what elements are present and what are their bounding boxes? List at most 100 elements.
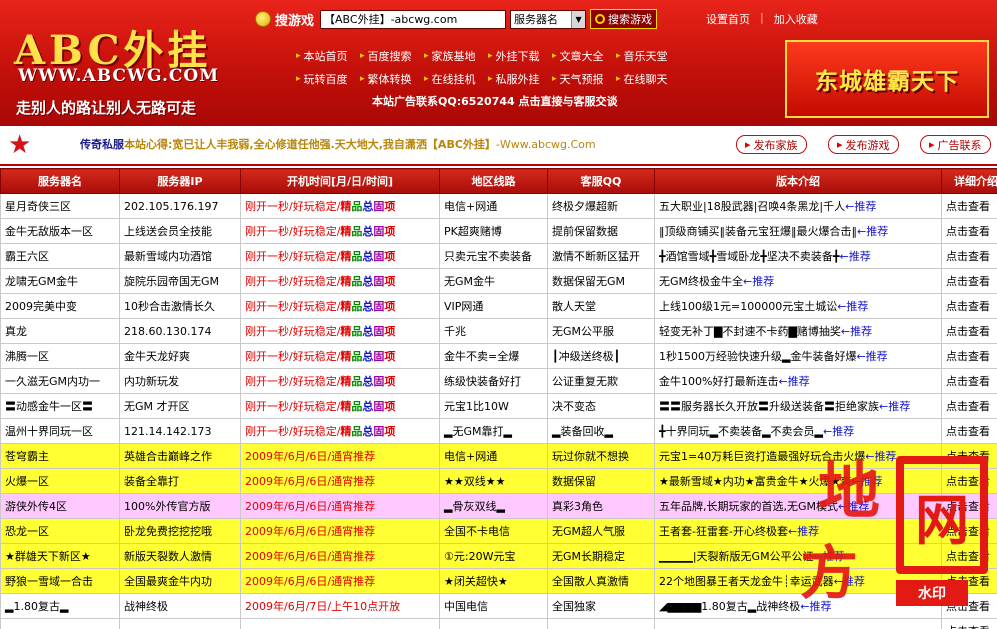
recommend-link[interactable]: ←推荐 (845, 200, 876, 213)
cell-detail[interactable]: 点击查看 (941, 443, 997, 469)
cell-detail[interactable]: 点击查看 (941, 468, 997, 494)
chevron-down-icon[interactable]: ▼ (571, 10, 586, 28)
recommend-link[interactable]: ←推荐 (834, 575, 865, 588)
cell-detail[interactable]: 点击查看 (941, 268, 997, 294)
table-row[interactable]: 沸腾一区 金牛天龙好爽 刚开一秒/好玩稳定/精品总固项 金牛不卖=全爆 ┃冲级送终极┃ 1… (0, 343, 997, 369)
cell-server-name[interactable]: 真龙 (0, 318, 120, 344)
cell-server-name[interactable]: 霸王六区 (0, 243, 120, 269)
recommend-link[interactable]: ←推荐 (865, 450, 896, 463)
cell-detail[interactable]: 点击查看 (941, 418, 997, 444)
cell-detail[interactable]: 点击查看 (941, 343, 997, 369)
table-row[interactable]: ★群雄天下新区★ 新版天裂数人激情 2009年/6月/6日/通宵推荐 ①元:20W元宝… (0, 543, 997, 569)
ad-banner[interactable]: 东城雄霸天下 (785, 40, 989, 118)
cell-server-name[interactable]: 苍穹霸主 (0, 443, 120, 469)
cell-detail[interactable]: 点击查看 (941, 393, 997, 419)
recommend-link[interactable]: ←推荐 (856, 350, 887, 363)
cell-open-time: 刚开一秒/好玩稳定/精品总固项 (240, 318, 440, 344)
cell-detail[interactable]: 点击查看 (941, 518, 997, 544)
arrow-left-icon: ← (845, 200, 855, 213)
nav-item[interactable]: 在线聊天 (616, 71, 680, 87)
nav-item[interactable]: 音乐天堂 (616, 48, 680, 64)
search-game-button[interactable]: 搜索游戏 (590, 9, 658, 29)
table-row[interactable]: 一久滋无GM内功一 内功新玩发 刚开一秒/好玩稳定/精品总固项 练级快装备好打 公证重复… (0, 368, 997, 394)
cell-detail[interactable]: 点击查看 (941, 593, 997, 619)
cell-server-name[interactable]: 星月奇侠三区 (0, 193, 120, 219)
cell-server-name[interactable]: 龙啸无GM金牛 (0, 268, 120, 294)
nav-item[interactable]: 在线挂机 (424, 71, 488, 87)
cell-server-name[interactable]: ▂1.80复古▂ (0, 593, 120, 619)
recommend-link[interactable]: ←推荐 (837, 300, 868, 313)
cell-server-name[interactable]: 游侠外传4区 (0, 493, 120, 519)
recommend-link[interactable]: ←推荐 (851, 475, 882, 488)
cell-server-name[interactable]: 2009完美中变 (0, 293, 120, 319)
table-row[interactable]: 温州十界同玩一区 121.14.142.173 刚开一秒/好玩稳定/精品总固项 ▂无G… (0, 418, 997, 444)
recommend-link[interactable]: ←推荐 (814, 550, 845, 563)
cell-server-name[interactable]: 野狼一雪域一合击 (0, 568, 120, 594)
cell-server-name[interactable]: ▂▂▂▂ (0, 618, 120, 629)
post-game-button[interactable]: 发布游戏 (828, 135, 899, 154)
table-row[interactable]: 真龙 218.60.130.174 刚开一秒/好玩稳定/精品总固项 千兆 无GM公平服轻… (0, 318, 997, 344)
table-row[interactable]: 2009完美中变 10秒合击激情长久 刚开一秒/好玩稳定/精品总固项 VIP网通 散人天… (0, 293, 997, 319)
recommend-link[interactable]: ←推荐 (743, 275, 774, 288)
cell-server-name[interactable]: 〓动感金牛一区〓 (0, 393, 120, 419)
cell-detail[interactable]: 点击查看 (941, 568, 997, 594)
cell-detail[interactable]: 点击查看 (941, 543, 997, 569)
nav-item[interactable]: 天气预报 (552, 71, 616, 87)
table-row[interactable]: 〓动感金牛一区〓 无GM 才开区 刚开一秒/好玩稳定/精品总固项 元宝1比10W 决不变… (0, 393, 997, 419)
server-select[interactable]: 服务器名 ▼ (510, 9, 587, 29)
nav-item[interactable]: 家族基地 (424, 48, 488, 64)
cell-detail[interactable]: 点击查看 (941, 618, 997, 629)
recommend-link[interactable]: ←推荐 (879, 400, 910, 413)
recommend-link[interactable]: ←推荐 (800, 600, 831, 613)
cell-server-name[interactable]: 沸腾一区 (0, 343, 120, 369)
nav-item[interactable]: 玩转百度 (296, 71, 360, 87)
nav-item[interactable]: 繁体转换 (360, 71, 424, 87)
cell-server-name[interactable]: 恐龙一区 (0, 518, 120, 544)
recommend-link[interactable]: ←推荐 (778, 375, 809, 388)
cell-detail[interactable]: 点击查看 (941, 293, 997, 319)
add-favorite-link[interactable]: 加入收藏 (774, 11, 818, 27)
cell-detail[interactable]: 点击查看 (941, 318, 997, 344)
table-row[interactable]: 野狼一雪域一合击 全国最爽金牛内功 2009年/6月/6日/通宵推荐 ★闭关超快★ 全国… (0, 568, 997, 594)
cell-detail[interactable]: 点击查看 (941, 493, 997, 519)
recommend-link[interactable]: ←推荐 (841, 325, 872, 338)
recommend-link[interactable]: ←推荐 (838, 500, 869, 513)
table-row[interactable]: 龙啸无GM金牛 旋院乐园帝国无GM 刚开一秒/好玩稳定/精品总固项 无GM金牛 数据保留… (0, 268, 997, 294)
ad-contact-link[interactable]: 本站广告联系QQ:6520744 点击直接与客服交谈 (372, 93, 618, 109)
table-row[interactable]: 星月奇侠三区 202.105.176.197 刚开一秒/好玩稳定/精品总固项 电信+网… (0, 193, 997, 219)
nav-item[interactable]: 百度搜索 (360, 48, 424, 64)
cell-server-name[interactable]: ★群雄天下新区★ (0, 543, 120, 569)
column-header: 详细介绍 (941, 168, 997, 194)
table-row[interactable]: 金牛无敌版本一区 上线送会员全技能 刚开一秒/好玩稳定/精品总固项 PK超爽赌博 提前保… (0, 218, 997, 244)
cell-detail[interactable]: 点击查看 (941, 368, 997, 394)
table-row[interactable]: ▂▂▂▂▂▂▂▂▂▂▂▂▂▂▂▂▂▂▂▂点击查看 (0, 618, 997, 629)
table-row[interactable]: 苍穹霸主 英雄合击巅峰之作 2009年/6月/6日/通宵推荐 电信+网通 玩过你就不想换… (0, 443, 997, 469)
cell-detail[interactable]: 点击查看 (941, 243, 997, 269)
recommend-link[interactable]: ←推荐 (840, 250, 871, 263)
recommend-link[interactable]: ←推荐 (788, 525, 819, 538)
cell-line-text: 千兆 (444, 325, 466, 338)
cell-detail[interactable]: 点击查看 (941, 193, 997, 219)
search-input[interactable] (320, 9, 507, 29)
cell-server-name[interactable]: 一久滋无GM内功一 (0, 368, 120, 394)
table-row[interactable]: 游侠外传4区 100%外传官方版 2009年/6月/6日/通宵推荐 ▂骨灰双线▂ 真彩3… (0, 493, 997, 519)
nav-item[interactable]: 本站首页 (296, 48, 360, 64)
table-row[interactable]: ▂1.80复古▂ 战神终极 2009年/6月/7日/上午10点开放 中国电信 全国独家 ◢… (0, 593, 997, 619)
recommend-link[interactable]: ←推荐 (857, 225, 888, 238)
cell-server-ip: 新版天裂数人激情 (119, 543, 241, 569)
recommend-link[interactable]: ←推荐 (823, 425, 854, 438)
post-family-button[interactable]: 发布家族 (736, 135, 807, 154)
table-row[interactable]: 恐龙一区 卧龙免费挖挖挖哦 2009年/6月/6日/通宵推荐 全国不卡电信 无GM超人气… (0, 518, 997, 544)
nav-item[interactable]: 私服外挂 (488, 71, 552, 87)
ad-contact-button[interactable]: 广告联系 (920, 135, 991, 154)
nav-item[interactable]: 文章大全 (552, 48, 616, 64)
cell-server-name[interactable]: 温州十界同玩一区 (0, 418, 120, 444)
table-row[interactable]: 霸王六区 最新雪域内功酒馆 刚开一秒/好玩稳定/精品总固项 只卖元宝不卖装备 激情不断新… (0, 243, 997, 269)
cell-server-name[interactable]: 金牛无敌版本一区 (0, 218, 120, 244)
table-row[interactable]: 火爆一区 装备全靠打 2009年/6月/6日/通宵推荐 ★★双线★★ 数据保留 ★最新雪域… (0, 468, 997, 494)
cell-qq: 数据保留无GM (547, 268, 655, 294)
nav-item[interactable]: 外挂下载 (488, 48, 552, 64)
set-homepage-link[interactable]: 设置首页 (706, 11, 750, 27)
cell-server-name[interactable]: 火爆一区 (0, 468, 120, 494)
cell-detail[interactable]: 点击查看 (941, 218, 997, 244)
